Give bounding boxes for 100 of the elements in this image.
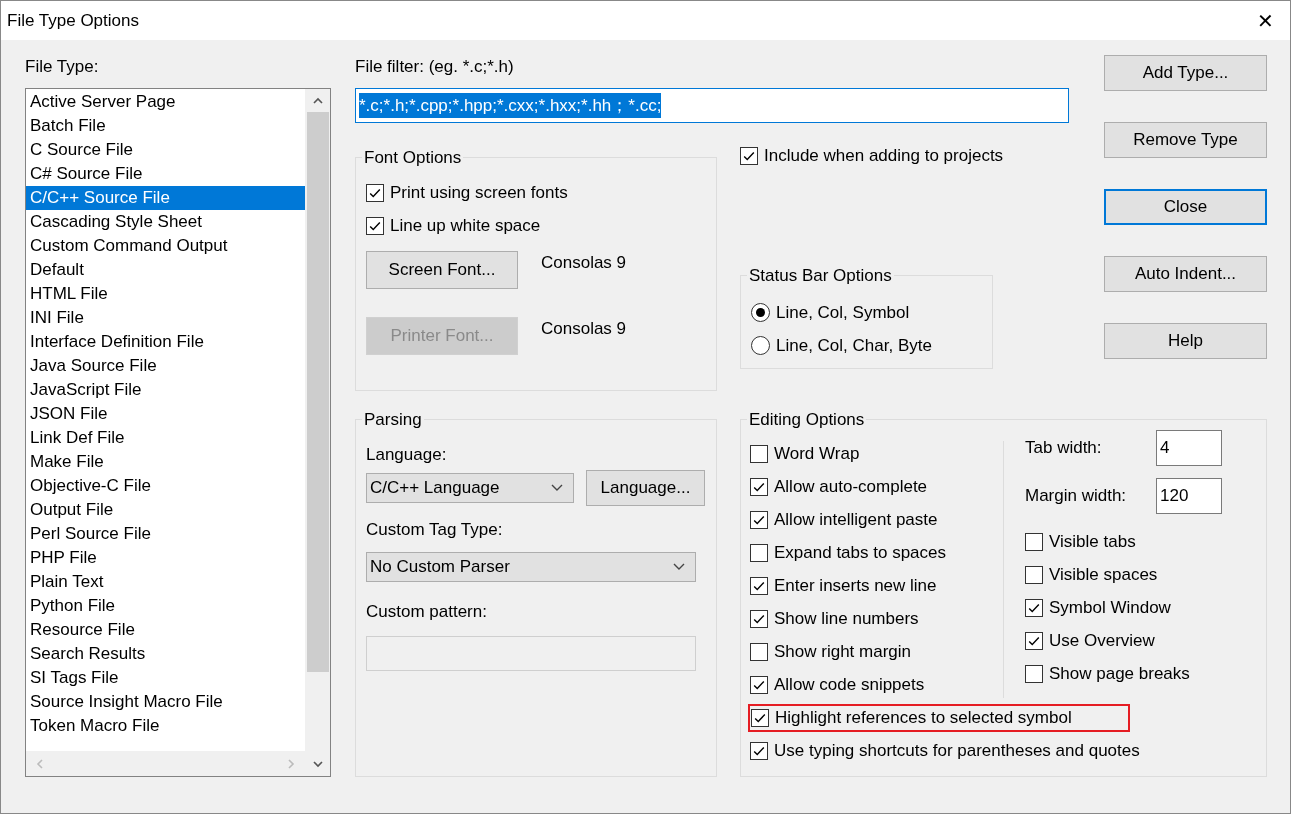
list-item[interactable]: Default	[26, 258, 305, 282]
field-label: Custom pattern:	[366, 601, 488, 623]
checkbox[interactable]	[750, 544, 768, 562]
list-item[interactable]: Active Server Page	[26, 90, 305, 114]
list-item[interactable]: Python File	[26, 594, 305, 618]
check-icon	[752, 678, 766, 692]
checkbox[interactable]	[366, 184, 384, 202]
close-button[interactable]: ✕	[1257, 5, 1274, 36]
checkbox[interactable]	[750, 610, 768, 628]
field-label: File filter: (eg. *.c;*.h)	[355, 56, 515, 78]
list-item[interactable]: SI Tags File	[26, 666, 305, 690]
list-item[interactable]: C Source File	[26, 138, 305, 162]
checkbox-label: Allow intelligent paste	[774, 509, 938, 532]
scroll-down-icon[interactable]	[311, 758, 324, 770]
checkbox-label: Allow auto-complete	[774, 476, 928, 499]
checkbox[interactable]	[1025, 566, 1043, 584]
dialog-button[interactable]: Help	[1104, 323, 1267, 359]
check-icon	[752, 579, 766, 593]
list-item[interactable]: PHP File	[26, 546, 305, 570]
language-button[interactable]: Language...	[586, 470, 705, 506]
field-label: File Type:	[25, 56, 100, 78]
checkbox-label: Use Overview	[1049, 630, 1155, 653]
checkbox[interactable]	[1025, 665, 1043, 683]
list-item[interactable]: Batch File	[26, 114, 305, 138]
list-item[interactable]: Java Source File	[26, 354, 305, 378]
number-field[interactable]: 120	[1156, 478, 1222, 514]
list-item[interactable]: Link Def File	[26, 426, 305, 450]
checkbox-label: Show page breaks	[1049, 663, 1190, 686]
list-item[interactable]: Cascading Style Sheet	[26, 210, 305, 234]
list-item[interactable]: Token Macro File	[26, 714, 305, 738]
list-item[interactable]: INI File	[26, 306, 305, 330]
pattern-field[interactable]	[366, 636, 696, 671]
list-item[interactable]: Custom Command Output	[26, 234, 305, 258]
checkbox[interactable]	[1025, 599, 1043, 617]
checkbox[interactable]	[750, 577, 768, 595]
field-label: Tab width:	[1025, 437, 1102, 460]
checkbox-label: Line up white space	[390, 215, 541, 238]
checkbox-label: Symbol Window	[1049, 597, 1171, 620]
checkbox[interactable]	[1025, 533, 1043, 551]
list-item[interactable]: Plain Text	[26, 570, 305, 594]
dialog-button[interactable]: Add Type...	[1104, 55, 1267, 91]
list-item[interactable]: Search Results	[26, 642, 305, 666]
list-item[interactable]: Interface Definition File	[26, 330, 305, 354]
dropdown[interactable]: No Custom Parser	[366, 552, 696, 582]
radio-button[interactable]	[751, 303, 770, 322]
list-item[interactable]: Source Insight Macro File	[26, 690, 305, 714]
checkbox[interactable]	[740, 147, 758, 165]
list-item[interactable]: Resource File	[26, 618, 305, 642]
checkbox[interactable]	[750, 643, 768, 661]
checkbox[interactable]	[1025, 632, 1043, 650]
checkbox[interactable]	[366, 217, 384, 235]
radio-button[interactable]	[751, 336, 770, 355]
font-button[interactable]: Screen Font...	[366, 251, 518, 289]
checkbox[interactable]	[750, 676, 768, 694]
check-icon	[752, 513, 766, 527]
dialog-button[interactable]: Close	[1104, 189, 1267, 225]
check-icon	[368, 186, 382, 200]
checkbox-label: Visible spaces	[1049, 564, 1158, 587]
number-field[interactable]: 4	[1156, 430, 1222, 466]
chevron-down-icon	[673, 563, 685, 571]
checkbox-label: Use typing shortcuts for parentheses and quotes	[774, 740, 1140, 763]
check-icon	[742, 149, 756, 163]
list-item[interactable]: HTML File	[26, 282, 305, 306]
checkbox[interactable]	[750, 445, 768, 463]
checkbox-label: Enter inserts new line	[774, 575, 937, 598]
checkbox-label: Include when adding to projects	[764, 145, 1004, 168]
checkbox-label: Allow code snippets	[774, 674, 925, 697]
list-item[interactable]: Make File	[26, 450, 305, 474]
check-icon	[752, 612, 766, 626]
file-filter-field[interactable]: *.c;*.h;*.cpp;*.hpp;*.cxx;*.hxx;*.hh；*.cc;	[355, 88, 1069, 123]
checkbox-label: Highlight references to selected symbol	[775, 707, 1072, 730]
checkbox-label: Show line numbers	[774, 608, 919, 631]
check-icon	[1027, 601, 1041, 615]
checkbox-label: Word Wrap	[774, 443, 860, 466]
list-item[interactable]: Perl Source File	[26, 522, 305, 546]
radio-label: Line, Col, Char, Byte	[776, 334, 932, 357]
checkbox[interactable]	[750, 511, 768, 529]
checkbox-label: Expand tabs to spaces	[774, 542, 946, 565]
list-item[interactable]: C# Source File	[26, 162, 305, 186]
list-item[interactable]: Objective-C File	[26, 474, 305, 498]
window-title: File Type Options	[7, 9, 139, 32]
check-icon	[368, 219, 382, 233]
list-item[interactable]: JSON File	[26, 402, 305, 426]
field-label: Custom Tag Type:	[366, 519, 504, 541]
checkbox-label: Visible tabs	[1049, 531, 1136, 554]
list-item[interactable]: C/C++ Source File	[26, 186, 305, 210]
scrollbar-thumb[interactable]	[306, 112, 329, 672]
chevron-down-icon	[551, 484, 563, 492]
check-icon	[1027, 634, 1041, 648]
check-icon	[753, 711, 767, 725]
dialog-button[interactable]: Remove Type	[1104, 122, 1267, 158]
vertical-scrollbar[interactable]	[305, 89, 330, 776]
checkbox[interactable]	[750, 742, 768, 760]
checkbox[interactable]	[751, 709, 769, 727]
dialog-button[interactable]: Auto Indent...	[1104, 256, 1267, 292]
checkbox[interactable]	[750, 478, 768, 496]
dropdown[interactable]: C/C++ Language	[366, 473, 574, 503]
list-item[interactable]: Output File	[26, 498, 305, 522]
list-item[interactable]: JavaScript File	[26, 378, 305, 402]
field-label: Language:	[366, 444, 448, 466]
